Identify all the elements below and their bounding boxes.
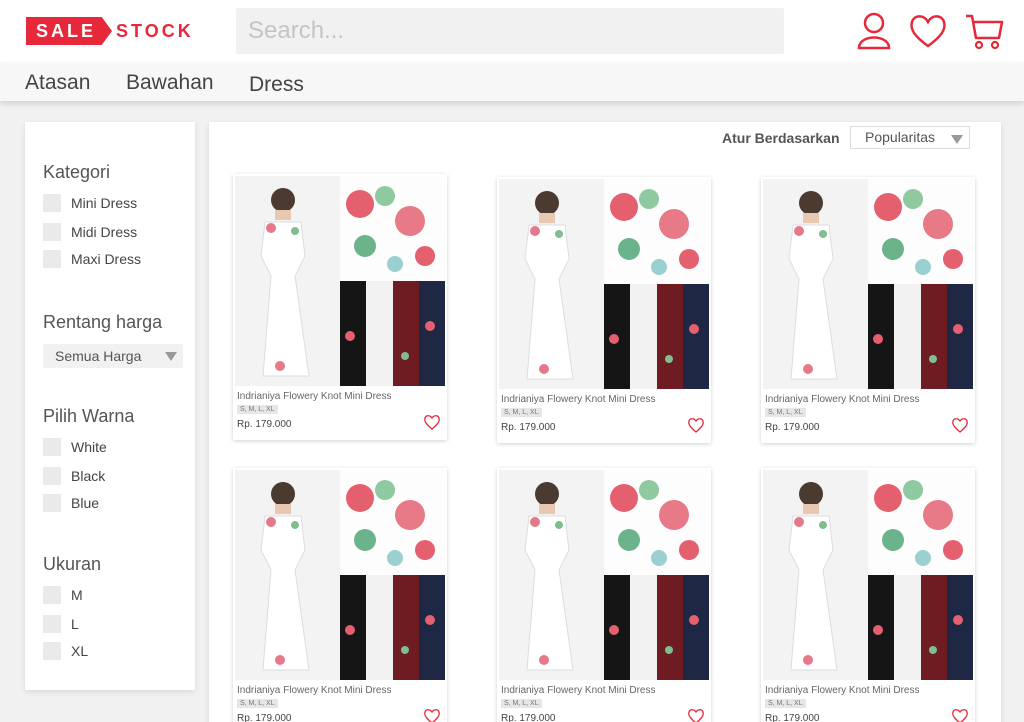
filter-option-blue[interactable]: Blue (43, 494, 99, 512)
product-listing: Atur Berdasarkan Popularitas Indrianiya … (209, 122, 1001, 722)
filter-option-white[interactable]: White (43, 438, 107, 456)
filter-option-maxi-dress[interactable]: Maxi Dress (43, 250, 141, 268)
filter-label: Blue (71, 495, 100, 511)
checkbox[interactable] (43, 494, 61, 512)
product-price: Rp. 179.000 (237, 713, 292, 722)
filter-label: XL (71, 643, 89, 659)
product-price: Rp. 179.000 (765, 713, 820, 722)
wishlist-heart-icon[interactable] (423, 414, 441, 430)
product-price: Rp. 179.000 (765, 422, 820, 433)
product-price: Rp. 179.000 (237, 419, 292, 430)
wishlist-heart-icon[interactable] (951, 708, 969, 722)
product-image[interactable] (499, 470, 709, 680)
sort-select[interactable]: Popularitas (850, 126, 970, 149)
filter-label: White (71, 439, 107, 455)
product-card[interactable]: Indrianiya Flowery Knot Mini Dress S, M,… (761, 468, 975, 722)
filter-label: Mini Dress (71, 195, 138, 211)
checkbox[interactable] (43, 194, 61, 212)
filter-title-price: Rentang harga (43, 312, 163, 332)
sort-value: Popularitas (865, 129, 936, 145)
filter-sidebar: Kategori Mini Dress Midi Dress Maxi Dres… (25, 122, 195, 690)
filter-label: M (71, 587, 83, 603)
wishlist-heart-icon[interactable] (687, 708, 705, 722)
product-name[interactable]: Indrianiya Flowery Knot Mini Dress (765, 394, 920, 405)
product-name[interactable]: Indrianiya Flowery Knot Mini Dress (501, 685, 656, 696)
filter-option-mini-dress[interactable]: Mini Dress (43, 194, 137, 212)
filter-option-size-xl[interactable]: XL (43, 642, 88, 660)
product-sizes: S, M, L, XL (765, 408, 806, 417)
checkbox[interactable] (43, 642, 61, 660)
product-card[interactable]: Indrianiya Flowery Knot Mini Dress S, M,… (497, 468, 711, 722)
nav-item-bawahan[interactable]: Bawahan (126, 71, 214, 95)
product-image[interactable] (763, 470, 973, 680)
price-range-select[interactable]: Semua Harga (43, 344, 183, 368)
sort-label: Atur Berdasarkan (722, 130, 840, 146)
checkbox[interactable] (43, 586, 61, 604)
product-image[interactable] (235, 176, 445, 386)
price-range-value: Semua Harga (55, 348, 142, 364)
nav-item-dress[interactable]: Dress (249, 73, 304, 97)
product-sizes: S, M, L, XL (501, 699, 542, 708)
filter-option-black[interactable]: Black (43, 467, 105, 485)
cart-icon[interactable] (964, 11, 1004, 51)
filter-label: L (71, 616, 79, 632)
product-image[interactable] (763, 179, 973, 389)
filter-option-midi-dress[interactable]: Midi Dress (43, 223, 137, 241)
checkbox[interactable] (43, 250, 61, 268)
filter-title-category: Kategori (43, 162, 111, 182)
product-price: Rp. 179.000 (501, 713, 556, 722)
product-card[interactable]: Indrianiya Flowery Knot Mini Dress S, M,… (497, 177, 711, 443)
filter-option-size-m[interactable]: M (43, 586, 83, 604)
product-sizes: S, M, L, XL (765, 699, 806, 708)
user-icon[interactable] (854, 11, 894, 51)
wishlist-heart-icon[interactable] (423, 708, 441, 722)
product-name[interactable]: Indrianiya Flowery Knot Mini Dress (765, 685, 920, 696)
product-image[interactable] (235, 470, 445, 680)
filter-title-color: Pilih Warna (43, 406, 135, 426)
wishlist-heart-icon[interactable] (687, 417, 705, 433)
header: SALE STOCK (0, 0, 1024, 62)
category-nav: Atasan Bawahan Dress (0, 62, 1024, 101)
wishlist-heart-icon[interactable] (951, 417, 969, 433)
filter-label: Maxi Dress (71, 251, 142, 267)
checkbox[interactable] (43, 223, 61, 241)
product-name[interactable]: Indrianiya Flowery Knot Mini Dress (501, 394, 656, 405)
filter-title-size: Ukuran (43, 554, 102, 574)
product-card[interactable]: Indrianiya Flowery Knot Mini Dress S, M,… (233, 468, 447, 722)
chevron-down-icon (951, 135, 963, 144)
checkbox[interactable] (43, 467, 61, 485)
nav-item-atasan[interactable]: Atasan (25, 71, 90, 95)
filter-label: Black (71, 468, 106, 484)
product-card[interactable]: Indrianiya Flowery Knot Mini Dress S, M,… (761, 177, 975, 443)
filter-option-size-l[interactable]: L (43, 615, 79, 633)
product-card[interactable]: Indrianiya Flowery Knot Mini Dress S, M,… (233, 174, 447, 440)
logo-sale-text: SALE (26, 17, 113, 45)
product-name[interactable]: Indrianiya Flowery Knot Mini Dress (237, 685, 392, 696)
product-price: Rp. 179.000 (501, 422, 556, 433)
logo-stock-text: STOCK (116, 20, 194, 41)
product-sizes: S, M, L, XL (501, 408, 542, 417)
product-sizes: S, M, L, XL (237, 699, 278, 708)
search-input[interactable] (236, 8, 784, 54)
salestock-logo[interactable]: SALE STOCK (26, 17, 194, 45)
checkbox[interactable] (43, 615, 61, 633)
filter-label: Midi Dress (71, 224, 138, 240)
checkbox[interactable] (43, 438, 61, 456)
product-image[interactable] (499, 179, 709, 389)
product-name[interactable]: Indrianiya Flowery Knot Mini Dress (237, 391, 392, 402)
chevron-down-icon (165, 352, 177, 361)
heart-icon[interactable] (908, 11, 948, 51)
product-sizes: S, M, L, XL (237, 405, 278, 414)
